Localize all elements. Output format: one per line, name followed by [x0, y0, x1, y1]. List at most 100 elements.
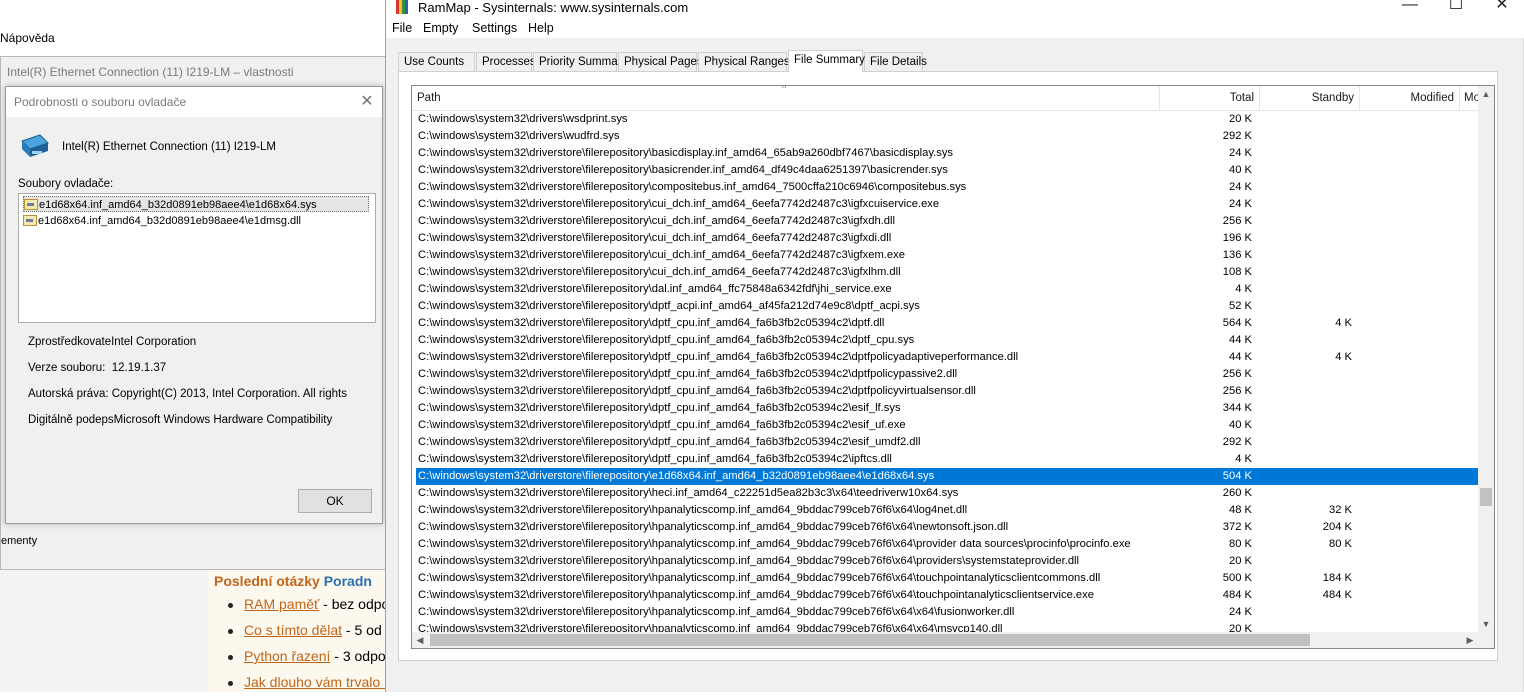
total-cell: 24 K — [1228, 147, 1252, 159]
table-row[interactable]: C:\windows\system32\driverstore\filerepo… — [416, 366, 1478, 383]
table-row[interactable]: C:\windows\system32\driverstore\filerepo… — [416, 570, 1478, 587]
menu-empty[interactable]: Empty — [423, 21, 458, 35]
table-row[interactable]: C:\windows\system32\driverstore\filerepo… — [416, 145, 1478, 162]
table-row[interactable]: C:\windows\system32\driverstore\filerepo… — [416, 417, 1478, 434]
dialog-titlebar[interactable]: Podrobnosti o souboru ovladače ✕ — [6, 87, 382, 117]
table-row[interactable]: C:\windows\system32\driverstore\filerepo… — [416, 536, 1478, 553]
question-link[interactable]: Python řazení — [244, 648, 330, 664]
total-cell: 484 K — [1222, 589, 1252, 601]
close-button[interactable]: ✕ — [1479, 0, 1524, 18]
table-row[interactable]: C:\windows\system32\driverstore\filerepo… — [416, 230, 1478, 247]
background-left-area — [0, 568, 208, 692]
path-cell: C:\windows\system32\driverstore\filerepo… — [418, 436, 921, 448]
vertical-scroll-thumb[interactable] — [1480, 488, 1492, 506]
tab-file-details[interactable]: File Details — [864, 52, 927, 71]
tab-priority-summary[interactable]: Priority Summary — [533, 52, 627, 71]
dialog-close-icon[interactable]: ✕ — [352, 87, 382, 117]
driver-file-item[interactable]: e1d68x64.inf_amd64_b32d0891eb98aee4\e1dm… — [23, 213, 369, 229]
table-row[interactable]: C:\windows\system32\driverstore\filerepo… — [416, 315, 1478, 332]
path-cell: C:\windows\system32\driverstore\filerepo… — [418, 317, 885, 329]
table-row[interactable]: C:\windows\system32\driverstore\filerepo… — [416, 298, 1478, 315]
tab-physical-ranges[interactable]: Physical Ranges — [698, 52, 790, 71]
file-summary-list[interactable]: Path Total Standby Modified Mo ^ C:\wind… — [411, 85, 1495, 649]
table-row[interactable]: C:\windows\system32\driverstore\filerepo… — [416, 162, 1478, 179]
table-row[interactable]: C:\windows\system32\drivers\wudfrd.sys 29… — [416, 128, 1478, 145]
scrollbar-corner — [1478, 632, 1494, 648]
question-link[interactable]: RAM paměť — [244, 596, 319, 612]
background-menu-help[interactable]: Nápověda — [0, 31, 55, 45]
path-cell: C:\windows\system32\driverstore\filerepo… — [418, 606, 1015, 618]
question-link[interactable]: Co s tímto dělat — [244, 622, 342, 638]
tab-physical-pages[interactable]: Physical Pages — [618, 52, 703, 71]
table-row[interactable]: C:\windows\system32\driverstore\filerepo… — [416, 604, 1478, 621]
tab-use-counts[interactable]: Use Counts — [398, 52, 475, 71]
tab-processes[interactable]: Processes — [476, 52, 536, 71]
table-row[interactable]: C:\windows\system32\driverstore\filerepo… — [416, 213, 1478, 230]
path-cell: C:\windows\system32\driverstore\filerepo… — [418, 283, 892, 295]
path-cell: C:\windows\system32\driverstore\filerepo… — [418, 266, 901, 278]
total-cell: 344 K — [1222, 402, 1252, 414]
scroll-right-icon[interactable]: ▶ — [1462, 632, 1478, 648]
sort-ascending-icon: ^ — [782, 85, 787, 93]
table-row[interactable]: C:\windows\system32\driverstore\filerepo… — [416, 468, 1478, 485]
heading-blue-text[interactable]: Poradn — [324, 573, 372, 589]
path-cell: C:\windows\system32\driverstore\filerepo… — [418, 453, 892, 465]
table-row[interactable]: C:\windows\system32\driverstore\filerepo… — [416, 383, 1478, 400]
column-header-mo[interactable]: Mo — [1460, 86, 1478, 110]
ok-button[interactable]: OK — [298, 489, 372, 513]
scroll-left-icon[interactable]: ◀ — [412, 632, 428, 648]
table-row[interactable]: C:\windows\system32\driverstore\filerepo… — [416, 400, 1478, 417]
table-row[interactable]: C:\windows\system32\driverstore\filerepo… — [416, 485, 1478, 502]
table-row[interactable]: C:\windows\system32\driverstore\filerepo… — [416, 281, 1478, 298]
minimize-button[interactable]: — — [1387, 0, 1433, 18]
table-row[interactable]: C:\windows\system32\driverstore\filerepo… — [416, 264, 1478, 281]
standby-cell: 80 K — [1328, 538, 1352, 550]
tab-file-summary[interactable]: File Summary — [788, 50, 865, 72]
scroll-up-icon[interactable]: ▲ — [1478, 86, 1494, 102]
network-adapter-icon — [21, 134, 49, 157]
driver-file-item[interactable]: e1d68x64.inf_amd64_b32d0891eb98aee4\e1d6… — [23, 196, 369, 212]
driver-files-list[interactable]: e1d68x64.inf_amd64_b32d0891eb98aee4\e1d6… — [18, 193, 376, 323]
path-cell: C:\windows\system32\driverstore\filerepo… — [418, 538, 1131, 550]
table-row[interactable]: C:\windows\system32\drivers\wsdprint.sys… — [416, 111, 1478, 128]
path-cell: C:\windows\system32\driverstore\filerepo… — [418, 572, 1101, 584]
total-cell: 256 K — [1222, 368, 1252, 380]
menu-settings[interactable]: Settings — [472, 21, 517, 35]
menu-help[interactable]: Help — [528, 21, 554, 35]
path-cell: C:\windows\system32\driverstore\filerepo… — [418, 249, 905, 261]
rammap-app-icon — [396, 0, 410, 14]
table-row[interactable]: C:\windows\system32\driverstore\filerepo… — [416, 434, 1478, 451]
table-row[interactable]: C:\windows\system32\driverstore\filerepo… — [416, 247, 1478, 264]
table-row[interactable]: C:\windows\system32\driverstore\filerepo… — [416, 553, 1478, 570]
standby-cell: 32 K — [1328, 504, 1352, 516]
table-row[interactable]: C:\windows\system32\driverstore\filerepo… — [416, 451, 1478, 468]
maximize-button[interactable]: ☐ — [1433, 0, 1479, 18]
column-header-total[interactable]: Total — [1160, 86, 1260, 110]
table-row[interactable]: C:\windows\system32\driverstore\filerepo… — [416, 332, 1478, 349]
horizontal-scrollbar[interactable]: ◀ ▶ — [412, 632, 1478, 648]
standby-cell: 184 K — [1322, 572, 1352, 584]
question-meta: - 5 od — [342, 622, 382, 638]
table-row[interactable]: C:\windows\system32\driverstore\filerepo… — [416, 179, 1478, 196]
standby-cell: 484 K — [1322, 589, 1352, 601]
total-cell: 564 K — [1222, 317, 1252, 329]
table-row[interactable]: C:\windows\system32\driverstore\filerepo… — [416, 349, 1478, 366]
table-row[interactable]: C:\windows\system32\driverstore\filerepo… — [416, 196, 1478, 213]
total-cell: 504 K — [1222, 470, 1252, 482]
column-header-standby[interactable]: Standby — [1260, 86, 1360, 110]
total-cell: 256 K — [1222, 385, 1252, 397]
table-row[interactable]: C:\windows\system32\driverstore\filerepo… — [416, 502, 1478, 519]
horizontal-scroll-thumb[interactable] — [430, 634, 1310, 646]
menu-file[interactable]: File — [392, 21, 412, 35]
table-row[interactable]: C:\windows\system32\driverstore\filerepo… — [416, 587, 1478, 604]
vertical-scrollbar[interactable]: ▲ ▼ — [1478, 86, 1494, 632]
rammap-titlebar[interactable]: RamMap - Sysinternals: www.sysinternals.… — [386, 0, 1524, 18]
file-summary-panel: Path Total Standby Modified Mo ^ C:\wind… — [398, 71, 1498, 661]
dialog-title: Podrobnosti o souboru ovladače — [14, 95, 187, 109]
table-row[interactable]: C:\windows\system32\driverstore\filerepo… — [416, 519, 1478, 536]
list-header: Path Total Standby Modified Mo ^ — [412, 86, 1478, 111]
heading-orange-text: Poslední otázky — [214, 573, 320, 589]
path-cell: C:\windows\system32\driverstore\filerepo… — [418, 555, 1080, 567]
scroll-down-icon[interactable]: ▼ — [1478, 616, 1494, 632]
column-header-modified[interactable]: Modified — [1360, 86, 1460, 110]
